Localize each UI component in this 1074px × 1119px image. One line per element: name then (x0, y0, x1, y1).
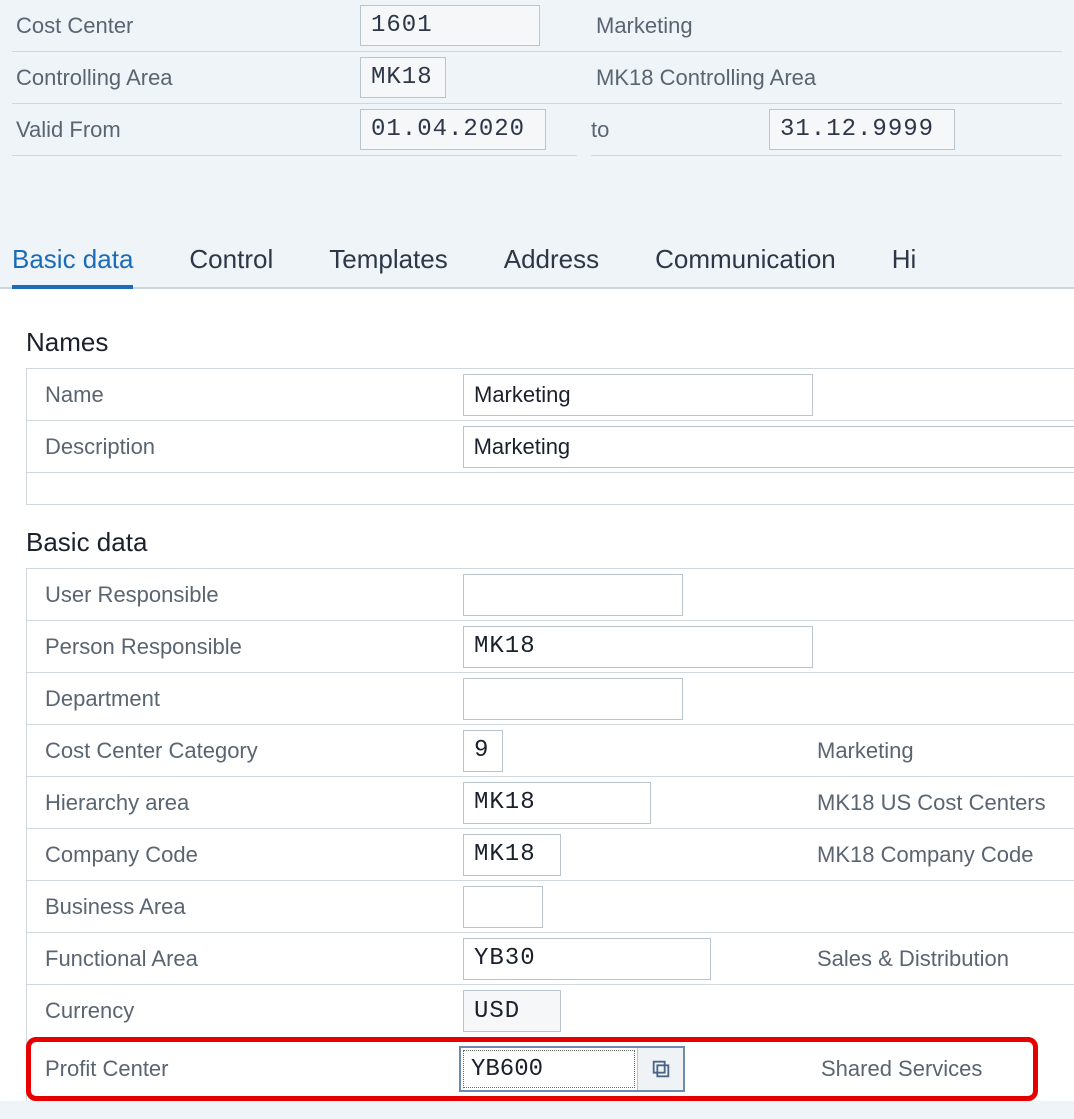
functional-area-label: Functional Area (45, 946, 463, 972)
profit-center-desc: Shared Services (821, 1056, 982, 1082)
description-label: Description (45, 434, 463, 460)
name-row: Name (27, 369, 1074, 421)
functional-area-row: Functional Area Sales & Distribution (27, 933, 1074, 985)
profit-center-value-help-button[interactable] (637, 1048, 683, 1090)
hierarchy-area-row: Hierarchy area MK18 US Cost Centers (27, 777, 1074, 829)
currency-input[interactable] (463, 990, 561, 1032)
valid-to-field[interactable]: 31.12.9999 (769, 109, 955, 150)
controlling-area-label: Controlling Area (12, 65, 360, 91)
user-responsible-row: User Responsible (27, 569, 1074, 621)
department-label: Department (45, 686, 463, 712)
basic-data-section-title: Basic data (26, 527, 1074, 558)
header-section: Cost Center 1601 Marketing Controlling A… (0, 0, 1074, 156)
name-label: Name (45, 382, 463, 408)
person-responsible-row: Person Responsible (27, 621, 1074, 673)
names-spacer (27, 473, 1074, 505)
currency-label: Currency (45, 998, 463, 1024)
names-section-title: Names (26, 327, 1074, 358)
tab-history[interactable]: Hi (892, 236, 917, 285)
description-input[interactable] (463, 426, 1074, 468)
content-area: Names Name Description Basic data User R… (0, 289, 1074, 1101)
hierarchy-area-label: Hierarchy area (45, 790, 463, 816)
functional-area-input[interactable] (463, 938, 711, 980)
hierarchy-area-input[interactable] (463, 782, 651, 824)
tabs: Basic data Control Templates Address Com… (0, 236, 1074, 289)
tab-basic-data[interactable]: Basic data (12, 236, 133, 289)
department-row: Department (27, 673, 1074, 725)
company-code-row: Company Code MK18 Company Code (27, 829, 1074, 881)
functional-area-desc: Sales & Distribution (817, 946, 1009, 972)
tab-control[interactable]: Control (189, 236, 273, 285)
cost-center-desc: Marketing (596, 13, 693, 39)
cost-center-label: Cost Center (12, 13, 360, 39)
valid-from-field[interactable]: 01.04.2020 (360, 109, 546, 150)
business-area-row: Business Area (27, 881, 1074, 933)
person-responsible-input[interactable] (463, 626, 813, 668)
profit-center-input[interactable] (461, 1048, 637, 1090)
business-area-label: Business Area (45, 894, 463, 920)
valid-from-label: Valid From (12, 117, 360, 143)
cost-center-category-desc: Marketing (817, 738, 914, 764)
company-code-input[interactable] (463, 834, 561, 876)
cost-center-category-row: Cost Center Category Marketing (27, 725, 1074, 777)
department-input[interactable] (463, 678, 683, 720)
value-help-icon (650, 1058, 672, 1080)
tab-templates[interactable]: Templates (329, 236, 448, 285)
tab-address[interactable]: Address (504, 236, 599, 285)
cost-center-row: Cost Center 1601 Marketing (12, 0, 1062, 52)
cost-center-category-label: Cost Center Category (45, 738, 463, 764)
tab-communication[interactable]: Communication (655, 236, 836, 285)
currency-row: Currency (27, 985, 1074, 1037)
business-area-input[interactable] (463, 886, 543, 928)
controlling-area-desc: MK18 Controlling Area (596, 65, 816, 91)
profit-center-label: Profit Center (45, 1056, 459, 1082)
description-row: Description (27, 421, 1074, 473)
profit-center-field-wrap (459, 1046, 685, 1092)
person-responsible-label: Person Responsible (45, 634, 463, 660)
company-code-label: Company Code (45, 842, 463, 868)
valid-to-label: to (591, 117, 769, 143)
profit-center-row-highlight: Profit Center Shared Services (26, 1037, 1038, 1101)
controlling-area-field[interactable]: MK18 (360, 57, 446, 98)
company-code-desc: MK18 Company Code (817, 842, 1033, 868)
valid-from-row: Valid From 01.04.2020 to 31.12.9999 (12, 104, 1062, 156)
user-responsible-input[interactable] (463, 574, 683, 616)
names-panel: Name Description (26, 368, 1074, 505)
cost-center-category-input[interactable] (463, 730, 503, 772)
user-responsible-label: User Responsible (45, 582, 463, 608)
hierarchy-area-desc: MK18 US Cost Centers (817, 790, 1046, 816)
name-input[interactable] (463, 374, 813, 416)
controlling-area-row: Controlling Area MK18 MK18 Controlling A… (12, 52, 1062, 104)
cost-center-field[interactable]: 1601 (360, 5, 540, 46)
basic-data-panel: User Responsible Person Responsible Depa… (26, 568, 1074, 1101)
